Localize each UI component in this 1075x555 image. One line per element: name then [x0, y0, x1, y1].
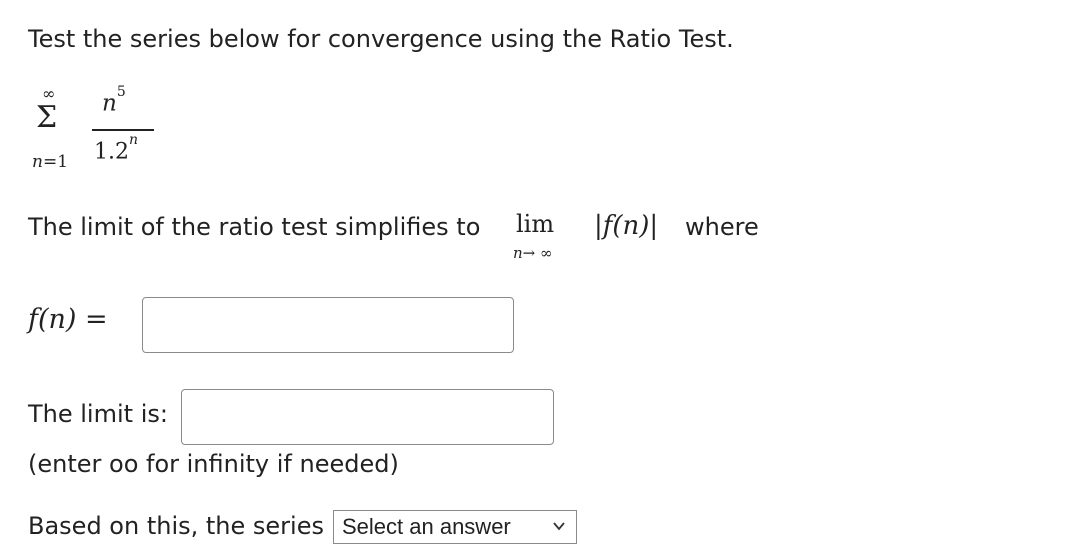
- question-prompt: Test the series below for convergence us…: [28, 25, 734, 53]
- sum-index-var: n: [32, 152, 43, 172]
- sum-lower-limit: n=1: [32, 152, 68, 172]
- abs-f-expression: |f(n)|: [594, 211, 658, 241]
- fn-answer-input[interactable]: [142, 297, 514, 353]
- sum-index-start: =1: [42, 152, 69, 172]
- limit-label: The limit is:: [28, 400, 168, 428]
- fn-symbol: f(n): [28, 304, 77, 335]
- where-text: where: [685, 213, 759, 241]
- numerator-exponent: 5: [116, 84, 126, 100]
- lim-subscript: n→ ∞: [513, 244, 553, 262]
- chevron-down-icon: [553, 522, 565, 531]
- fn-label: f(n) =: [28, 304, 108, 335]
- fraction-denominator: 1.2n: [94, 132, 138, 165]
- select-value: Select an answer: [342, 514, 511, 539]
- answer-select[interactable]: Select an answer: [333, 510, 577, 544]
- lim-sub-var: n: [513, 244, 523, 262]
- lim-sub-arrow: → ∞: [522, 244, 553, 262]
- sigma-symbol: Σ: [36, 100, 58, 135]
- denominator-exponent: n: [129, 132, 139, 148]
- equals-sign: =: [76, 304, 108, 335]
- limit-answer-input[interactable]: [181, 389, 554, 445]
- fraction-bar: [92, 129, 154, 131]
- fraction-numerator: n5: [102, 84, 126, 117]
- numerator-base: n: [102, 90, 117, 117]
- denominator-base: 1.2: [94, 139, 129, 165]
- series-expression: ∞ Σ n=1 n5 1.2n: [28, 82, 168, 182]
- abs-f-text: |f(n)|: [594, 211, 659, 241]
- lim-operator: lim: [516, 210, 555, 238]
- conclusion-text: Based on this, the series: [28, 512, 324, 540]
- infinity-hint: (enter oo for infinity if needed): [28, 450, 399, 478]
- limit-description: The limit of the ratio test simplifies t…: [28, 213, 481, 241]
